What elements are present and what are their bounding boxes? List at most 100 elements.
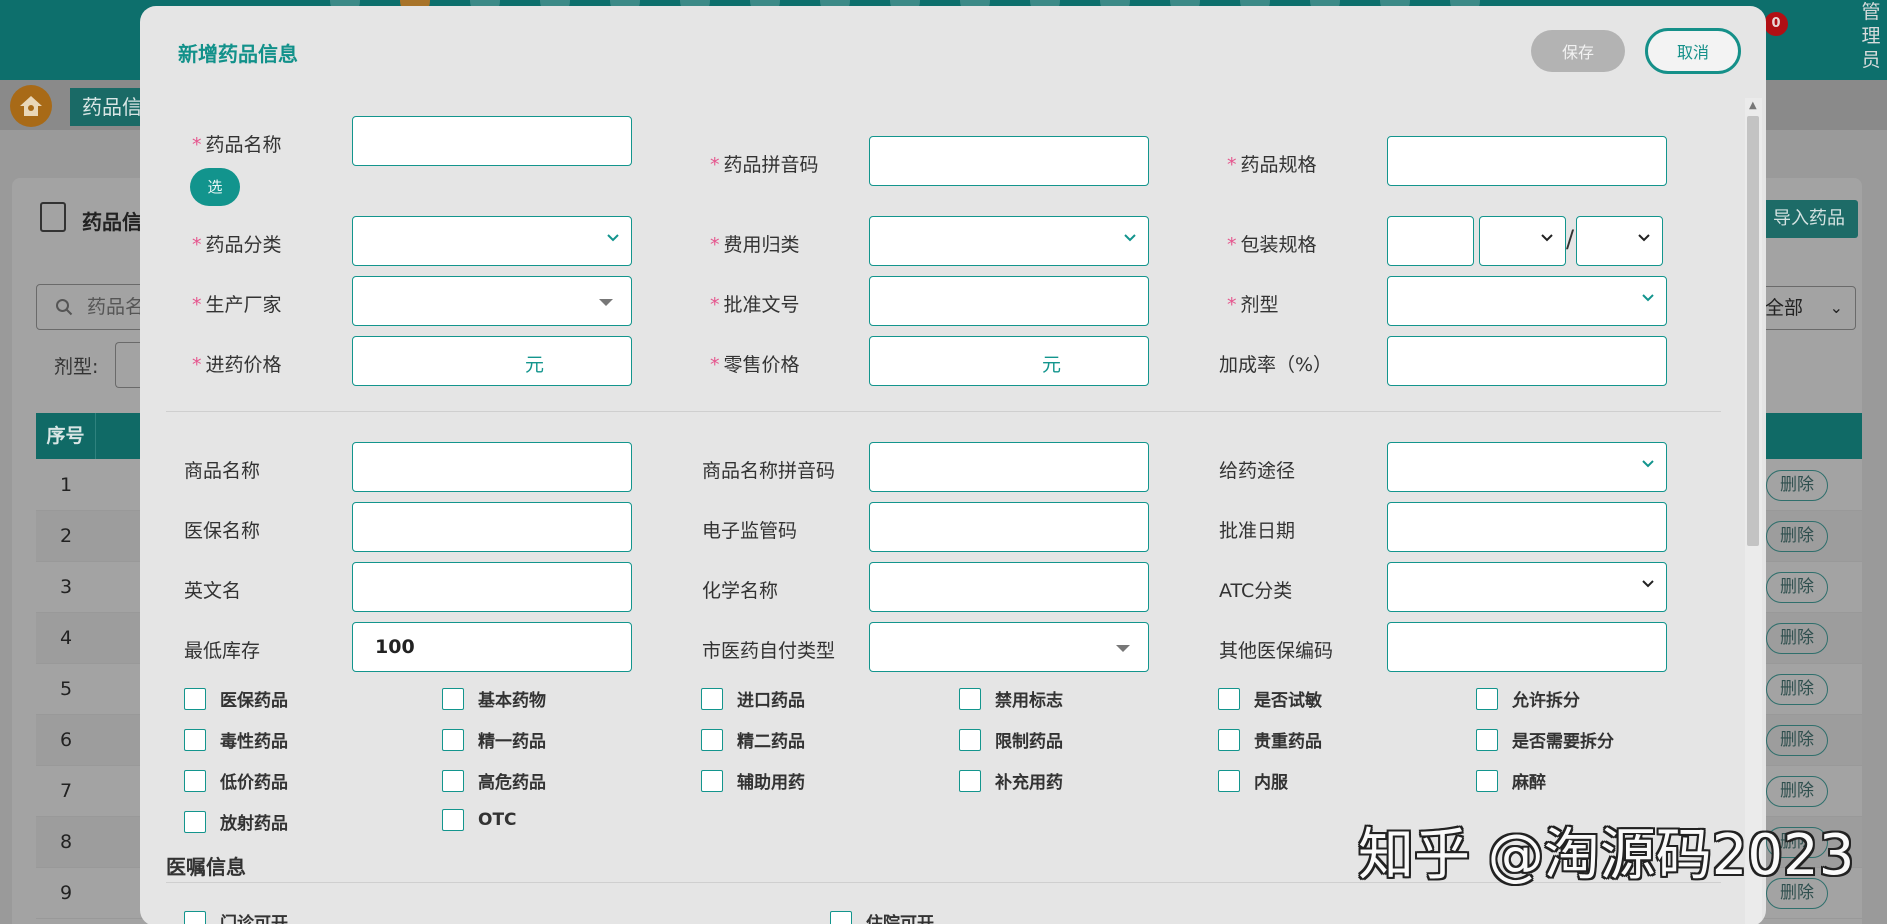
atc-category-select[interactable] [1387,562,1667,612]
self-pay-type-select[interactable] [869,622,1149,672]
drug-pinyin-label: * 药品拼音码 [710,154,819,176]
checkbox-supplementary-drug[interactable]: 补充用药 [959,768,1063,793]
checkbox[interactable] [184,769,206,792]
scrollbar-thumb[interactable] [1747,116,1759,546]
checkbox-outpatient[interactable]: 门诊可开 [184,909,288,924]
trade-name-pinyin-input[interactable] [869,442,1149,492]
other-insurance-code-input[interactable] [1387,622,1667,672]
watermark: 知乎 @淘源码2023 [1358,823,1855,888]
checkbox[interactable] [1476,769,1498,792]
scroll-up-icon[interactable]: ▲ [1749,100,1757,111]
delete-button[interactable]: 删除 [1766,521,1828,552]
home-button[interactable] [10,85,52,127]
delete-button[interactable]: 删除 [1766,572,1828,603]
checkbox[interactable] [442,728,464,751]
checkbox[interactable] [959,687,981,710]
checkbox[interactable] [959,728,981,751]
fee-category-select[interactable] [869,216,1149,266]
checkbox-otc[interactable]: OTC [442,809,517,831]
checkbox[interactable] [184,687,206,710]
checkbox-expensive-drug[interactable]: 贵重药品 [1218,727,1322,752]
checkbox-anesthetic[interactable]: 麻醉 [1476,768,1546,793]
user-role-label[interactable]: 管理员 [1860,0,1882,72]
checkbox[interactable] [184,728,206,751]
dialog-title: 新增药品信息 [178,42,298,66]
delete-button[interactable]: 删除 [1766,674,1828,705]
checkbox-psychotropic-2[interactable]: 精二药品 [701,727,805,752]
delete-button[interactable]: 删除 [1766,725,1828,756]
home-icon [20,96,42,116]
trade-name-label: 商品名称 [184,460,261,482]
insurance-name-input[interactable] [352,502,632,552]
checkbox[interactable] [701,687,723,710]
drug-spec-input[interactable] [1387,136,1667,186]
checkbox-auxiliary-drug[interactable]: 辅助用药 [701,768,805,793]
chemical-name-input[interactable] [869,562,1149,612]
drug-name-input[interactable] [352,116,632,166]
package-quantity-input[interactable] [1387,216,1474,266]
delete-button[interactable]: 删除 [1766,776,1828,807]
checkbox-oral[interactable]: 内服 [1218,768,1288,793]
trade-name-input[interactable] [352,442,632,492]
checkbox[interactable] [1218,728,1240,751]
checkbox[interactable] [701,728,723,751]
row-index: 3 [59,576,73,598]
retail-price-input[interactable]: 元 [869,336,1149,386]
checkbox[interactable] [184,910,206,924]
notification-badge[interactable]: 0 [1764,12,1788,36]
status-filter-select[interactable]: 全部 ⌄ [1760,286,1856,330]
search-input[interactable]: 药品名称 [36,284,146,330]
checkbox-high-risk-drug[interactable]: 高危药品 [442,768,546,793]
checkbox[interactable] [1476,728,1498,751]
import-drugs-button[interactable]: 导入药品 [1760,200,1858,238]
route-select[interactable] [1387,442,1667,492]
checkbox-requires-split[interactable]: 是否需要拆分 [1476,727,1614,752]
checkbox-insurance-drug[interactable]: 医保药品 [184,686,288,711]
checkbox-toxic-drug[interactable]: 毒性药品 [184,727,288,752]
checkbox-disabled-flag[interactable]: 禁用标志 [959,686,1063,711]
checkbox-radioactive-drug[interactable]: 放射药品 [184,809,288,834]
self-pay-type-label: 市医药自付类型 [702,640,836,662]
checkbox[interactable] [442,687,464,710]
delete-button[interactable]: 删除 [1766,470,1828,501]
chevron-down-icon [1642,460,1654,468]
purchase-price-input[interactable]: 元 [352,336,632,386]
checkbox[interactable] [959,769,981,792]
drug-category-select[interactable] [352,216,632,266]
approval-date-input[interactable] [1387,502,1667,552]
save-button[interactable]: 保存 [1531,30,1625,72]
row-index: 7 [59,780,73,802]
pick-drug-button[interactable]: 选 [190,168,240,206]
approval-number-input[interactable] [869,276,1149,326]
checkbox[interactable] [184,810,206,833]
english-name-input[interactable] [352,562,632,612]
checkbox-low-price-drug[interactable]: 低价药品 [184,768,288,793]
checkbox[interactable] [1218,769,1240,792]
markup-rate-input[interactable] [1387,336,1667,386]
checkbox-inpatient[interactable]: 住院可开 [830,909,934,924]
checkbox-psychotropic-1[interactable]: 精一药品 [442,727,546,752]
manufacturer-select[interactable] [352,276,632,326]
other-insurance-code-label: 其他医保编码 [1219,640,1334,662]
delete-button[interactable]: 删除 [1766,623,1828,654]
package-base-unit-select[interactable] [1576,216,1663,266]
checkbox-restricted-drug[interactable]: 限制药品 [959,727,1063,752]
package-unit-select[interactable] [1479,216,1566,266]
checkbox[interactable] [1476,687,1498,710]
row-index: 9 [59,882,73,904]
drug-pinyin-input[interactable] [869,136,1149,186]
checkbox-skin-test[interactable]: 是否试敏 [1218,686,1322,711]
checkbox[interactable] [1218,687,1240,710]
checkbox[interactable] [442,769,464,792]
dosage-form-select[interactable] [1387,276,1667,326]
checkbox[interactable] [442,809,464,831]
checkbox-essential-drug[interactable]: 基本药物 [442,686,546,711]
cancel-button[interactable]: 取消 [1645,28,1741,74]
min-stock-input[interactable]: 100 [352,622,632,672]
checkbox-imported-drug[interactable]: 进口药品 [701,686,805,711]
e-supervision-code-input[interactable] [869,502,1149,552]
package-spec-label: * 包装规格 [1227,234,1317,256]
checkbox-allow-split[interactable]: 允许拆分 [1476,686,1580,711]
checkbox[interactable] [830,910,852,924]
checkbox[interactable] [701,769,723,792]
